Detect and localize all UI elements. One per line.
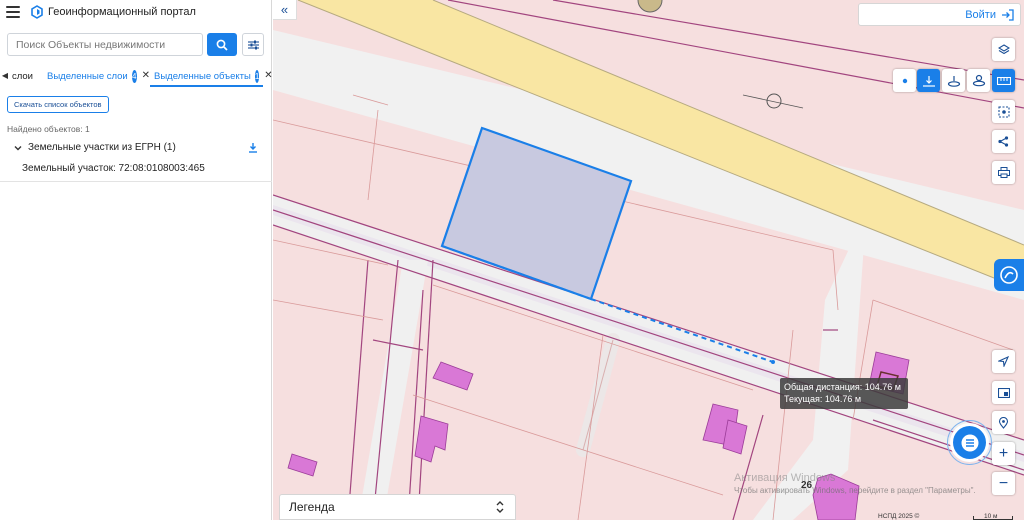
- list-item[interactable]: Земельный участок: 72:08:0108003:465: [22, 163, 205, 174]
- download-list-button[interactable]: Скачать список объектов: [7, 96, 109, 113]
- tab-label: слои: [12, 71, 33, 82]
- scale-label: 10 м: [984, 513, 998, 520]
- result-group[interactable]: Земельные участки из ЕГРН (1): [14, 142, 258, 153]
- login-label: Войти: [965, 8, 996, 21]
- search-input[interactable]: [7, 33, 203, 56]
- tab-badge: 1: [254, 70, 260, 83]
- login-button[interactable]: Войти: [858, 3, 1021, 26]
- measure-distance-button[interactable]: [917, 69, 940, 92]
- measure-current: Текущая: 104.76 м: [784, 394, 862, 404]
- pin-icon: [998, 416, 1009, 429]
- share-icon: [998, 136, 1009, 147]
- minimap-button[interactable]: [992, 381, 1015, 404]
- measure-radius-icon: [972, 74, 985, 87]
- search-button[interactable]: [207, 33, 237, 56]
- measure-area-button[interactable]: [942, 69, 965, 92]
- map-view[interactable]: « Войти + − Общая дистанция: 104.76 м Те…: [273, 0, 1024, 520]
- sidebar: Геоинформационный портал ◀ слои: [0, 0, 273, 520]
- close-icon[interactable]: ✕: [142, 71, 150, 81]
- tab-layers-short[interactable]: слои: [10, 67, 45, 87]
- select-area-button[interactable]: [992, 100, 1015, 123]
- print-button[interactable]: [992, 161, 1015, 184]
- measure-tooltip: Общая дистанция: 104.76 м Текущая: 104.7…: [780, 378, 908, 409]
- locate-button[interactable]: [992, 350, 1015, 373]
- layers-icon: [997, 43, 1010, 54]
- portal-logo-icon: [31, 5, 43, 19]
- legend-panel[interactable]: Легенда: [279, 494, 516, 520]
- download-icon[interactable]: [248, 142, 258, 153]
- found-count: Найдено объектов: 1: [7, 124, 90, 134]
- tab-selected-layers[interactable]: Выделенные слои 4 ✕: [45, 67, 150, 87]
- login-icon: [1002, 8, 1014, 21]
- minimap-icon: [997, 387, 1010, 398]
- legend-label: Легенда: [289, 500, 335, 514]
- chevron-down-icon[interactable]: [14, 144, 22, 152]
- tab-badge: 4: [131, 70, 137, 83]
- tabs-scroll-left-icon[interactable]: ◀: [0, 67, 10, 84]
- sidebar-tabs: ◀ слои Выделенные слои 4 ✕ Выделенные об…: [0, 67, 273, 87]
- app-header: Геоинформационный портал: [0, 0, 271, 24]
- plus-icon: +: [998, 444, 1009, 462]
- search-icon: [216, 39, 228, 51]
- printer-icon: [997, 167, 1010, 178]
- hamburger-icon[interactable]: [6, 6, 20, 18]
- sliders-icon: [247, 40, 259, 49]
- zoom-out-button[interactable]: −: [992, 472, 1015, 495]
- divider: [0, 181, 272, 182]
- close-icon[interactable]: ✕: [264, 71, 272, 81]
- measure-point-button[interactable]: [893, 69, 916, 92]
- filter-button[interactable]: [242, 33, 264, 56]
- search-bar: [7, 33, 264, 56]
- ruler-button[interactable]: [992, 69, 1015, 92]
- minus-icon: −: [998, 474, 1009, 492]
- measure-area-icon: [947, 75, 960, 87]
- ruler-icon: [996, 76, 1011, 85]
- group-label: Земельные участки из ЕГРН (1): [28, 142, 176, 153]
- app-title: Геоинформационный портал: [48, 6, 196, 18]
- point-icon: [902, 78, 907, 83]
- assistant-icon: [1000, 266, 1018, 284]
- tab-label: Выделенные объекты: [154, 71, 251, 82]
- measure-line-icon: [922, 75, 935, 87]
- activation-watermark-title: Активация Windows: [734, 472, 836, 484]
- measure-radius-button[interactable]: [967, 69, 990, 92]
- zoom-in-button[interactable]: +: [992, 442, 1015, 465]
- select-area-icon: [997, 105, 1010, 118]
- help-button[interactable]: [994, 259, 1024, 291]
- tab-label: Выделенные слои: [47, 71, 128, 82]
- geolocation-button[interactable]: [992, 411, 1015, 434]
- tab-selected-objects[interactable]: Выделенные объекты 1 ✕: [150, 67, 273, 87]
- expand-toggle-icon[interactable]: [495, 500, 505, 514]
- measure-total: Общая дистанция: 104.76 м: [784, 382, 901, 392]
- activation-watermark-subtitle: Чтобы активировать Windows, перейдите в …: [734, 486, 976, 495]
- share-button[interactable]: [992, 130, 1015, 153]
- chat-button[interactable]: [953, 426, 986, 459]
- layers-button[interactable]: [992, 38, 1015, 61]
- chat-lines-icon: [961, 434, 978, 451]
- copyright: НСПД 2025 ©: [878, 513, 920, 520]
- collapse-sidebar-button[interactable]: «: [273, 0, 297, 20]
- navigation-arrow-icon: [998, 356, 1009, 367]
